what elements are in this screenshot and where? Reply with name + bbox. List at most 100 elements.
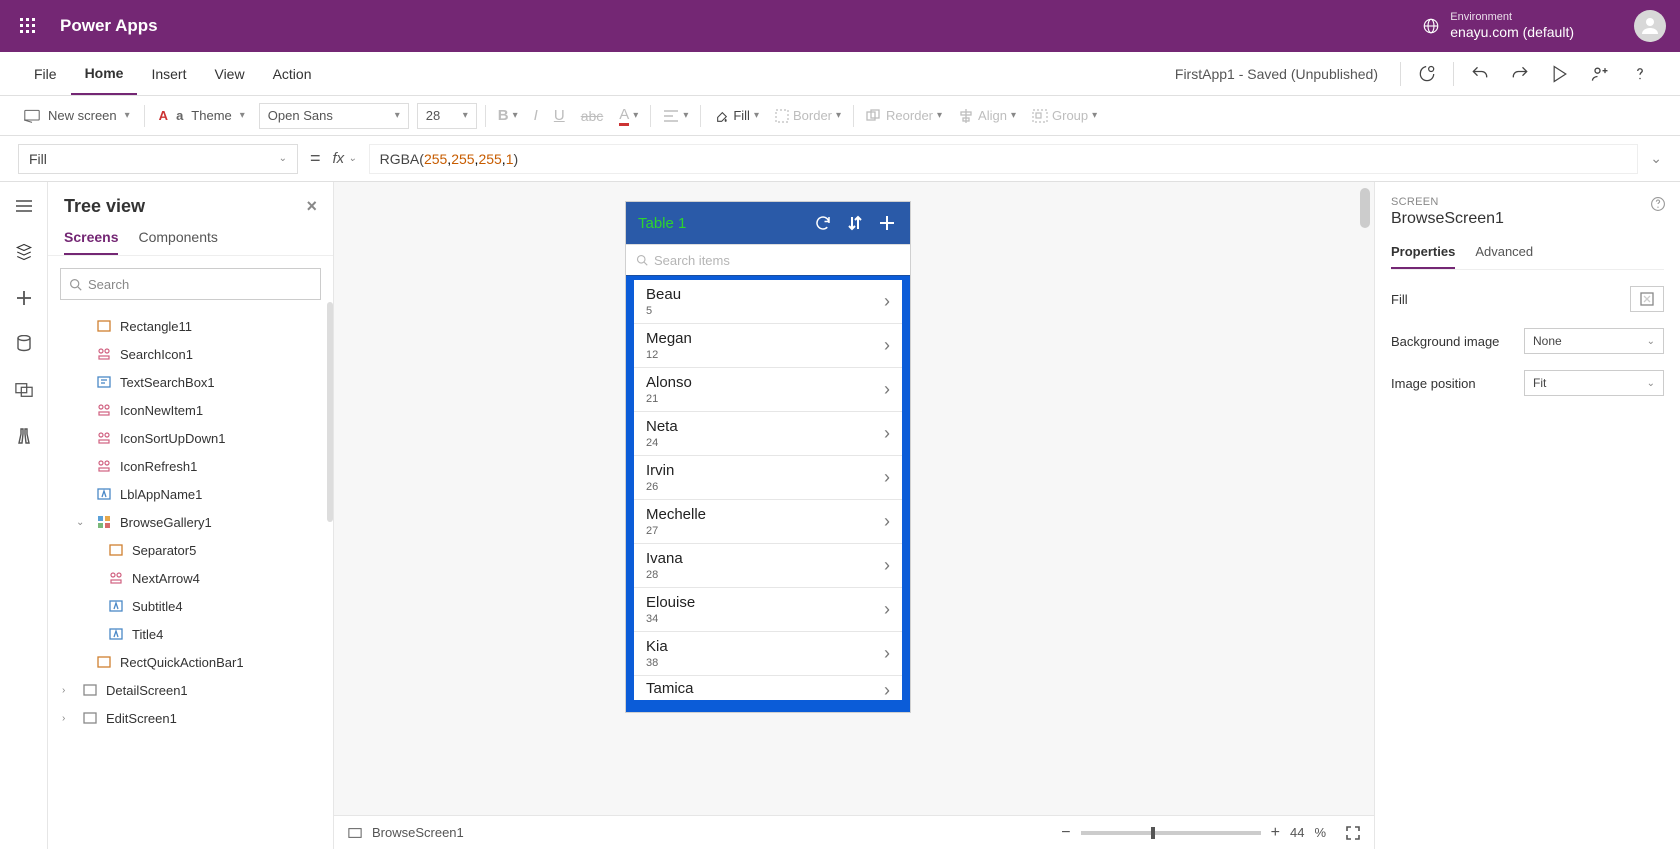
media-icon[interactable]	[12, 378, 36, 402]
list-item[interactable]: Irvin26›	[634, 456, 902, 500]
bg-image-select[interactable]: None⌄	[1524, 328, 1664, 354]
tree-item[interactable]: SearchIcon1	[48, 340, 333, 368]
group-button[interactable]: Group▾	[1028, 108, 1101, 123]
tab-screens[interactable]: Screens	[64, 229, 118, 255]
label-icon	[108, 626, 124, 642]
list-item[interactable]: Beau5›	[634, 280, 902, 324]
tab-advanced[interactable]: Advanced	[1475, 244, 1533, 269]
data-icon[interactable]	[12, 332, 36, 356]
tree-item-label: IconRefresh1	[120, 459, 197, 474]
tree-item[interactable]: TextSearchBox1	[48, 368, 333, 396]
breadcrumb[interactable]: BrowseScreen1	[372, 825, 464, 840]
redo-icon[interactable]	[1508, 62, 1532, 86]
tree-item-label: IconSortUpDown1	[120, 431, 226, 446]
underline-button[interactable]: U	[550, 107, 569, 124]
equals-label: =	[310, 148, 321, 169]
reorder-button[interactable]: Reorder▾	[862, 108, 946, 123]
sort-icon[interactable]	[844, 212, 866, 234]
help-circle-icon[interactable]	[1650, 196, 1666, 212]
theme-button[interactable]: Aa Theme ▾	[153, 108, 251, 123]
list-item[interactable]: Kia38›	[634, 632, 902, 676]
menu-file[interactable]: File	[20, 52, 71, 95]
formula-input[interactable]: RGBA(255, 255, 255, 1)	[369, 144, 1639, 174]
phone-header: Table 1	[626, 202, 910, 244]
undo-icon[interactable]	[1468, 62, 1492, 86]
tree-item[interactable]: IconSortUpDown1	[48, 424, 333, 452]
tree-item[interactable]: Separator5	[48, 536, 333, 564]
formula-expand-icon[interactable]: ⌄	[1650, 150, 1662, 167]
tree-item[interactable]: ⌄BrowseGallery1	[48, 508, 333, 536]
refresh-icon[interactable]	[812, 212, 834, 234]
canvas[interactable]: Table 1 Search items Beau5›Megan12›Alons…	[334, 182, 1374, 849]
waffle-icon[interactable]	[14, 12, 42, 40]
fill-button[interactable]: Fill▾	[709, 108, 763, 124]
list-item[interactable]: Ivana28›	[634, 544, 902, 588]
tree-item[interactable]: ›EditScreen1	[48, 704, 333, 732]
help-icon[interactable]	[1628, 62, 1652, 86]
zoom-out-button[interactable]: −	[1061, 824, 1070, 842]
tools-icon[interactable]	[12, 424, 36, 448]
menu-view[interactable]: View	[200, 52, 258, 95]
new-screen-button[interactable]: New screen ▾	[18, 108, 136, 123]
italic-button[interactable]: I	[530, 107, 542, 124]
close-icon[interactable]: ×	[306, 196, 317, 217]
menu-home[interactable]: Home	[71, 52, 138, 95]
tree-list: Rectangle11SearchIcon1TextSearchBox1Icon…	[48, 308, 333, 849]
fit-to-window-icon[interactable]	[1346, 826, 1360, 840]
canvas-scrollbar-vertical[interactable]	[1360, 188, 1370, 748]
tree-title: Tree view	[64, 196, 145, 217]
list-item[interactable]: Elouise34›	[634, 588, 902, 632]
user-avatar[interactable]	[1634, 10, 1666, 42]
tree-view-icon[interactable]	[12, 240, 36, 264]
strikethrough-button[interactable]: abc	[577, 108, 608, 124]
list-item[interactable]: Tamica›	[634, 676, 902, 700]
tree-item[interactable]: RectQuickActionBar1	[48, 648, 333, 676]
app-checker-icon[interactable]	[1415, 62, 1439, 86]
tab-properties[interactable]: Properties	[1391, 244, 1455, 269]
menu-action[interactable]: Action	[259, 52, 326, 95]
tree-item[interactable]: ›DetailScreen1	[48, 676, 333, 704]
tree-item[interactable]: IconRefresh1	[48, 452, 333, 480]
zoom-slider[interactable]	[1081, 831, 1261, 835]
zoom-in-button[interactable]: +	[1271, 824, 1280, 842]
image-position-select[interactable]: Fit⌄	[1524, 370, 1664, 396]
menu-insert[interactable]: Insert	[137, 52, 200, 95]
list-item[interactable]: Alonso21›	[634, 368, 902, 412]
chevron-right-icon[interactable]: ›	[62, 713, 74, 724]
font-size-select[interactable]: 28 ▾	[417, 103, 477, 129]
tab-components[interactable]: Components	[138, 229, 217, 255]
item-title: Tamica	[646, 680, 694, 697]
tree-item[interactable]: Rectangle11	[48, 312, 333, 340]
environment-picker[interactable]: Environment enayu.com (default)	[1422, 11, 1574, 41]
tree-item[interactable]: NextArrow4	[48, 564, 333, 592]
tree-item[interactable]: IconNewItem1	[48, 396, 333, 424]
insert-icon[interactable]	[12, 286, 36, 310]
group-icon	[96, 402, 112, 418]
preview-icon[interactable]	[1548, 62, 1572, 86]
font-color-button[interactable]: A▾	[615, 106, 642, 126]
hamburger-icon[interactable]	[12, 194, 36, 218]
tree-item[interactable]: Subtitle4	[48, 592, 333, 620]
list-item[interactable]: Neta24›	[634, 412, 902, 456]
tree-search-input[interactable]: Search	[60, 268, 321, 300]
align-button[interactable]: Align▾	[954, 108, 1020, 123]
bold-button[interactable]: B▾	[494, 107, 522, 124]
share-icon[interactable]	[1588, 62, 1612, 86]
environment-name: enayu.com (default)	[1450, 24, 1574, 41]
font-select[interactable]: Open Sans ▾	[259, 103, 409, 129]
fx-label[interactable]: fx⌄	[333, 150, 357, 167]
chevron-right-icon[interactable]: ›	[62, 685, 74, 696]
list-item[interactable]: Mechelle27›	[634, 500, 902, 544]
tree-item[interactable]: LblAppName1	[48, 480, 333, 508]
list-item[interactable]: Megan12›	[634, 324, 902, 368]
scrollbar-thumb[interactable]	[327, 302, 333, 522]
chevron-right-icon: ›	[884, 555, 890, 576]
phone-search-input[interactable]: Search items	[626, 244, 910, 276]
fill-swatch[interactable]	[1630, 286, 1664, 312]
text-align-button[interactable]: ▾	[659, 109, 692, 123]
chevron-down-icon[interactable]: ⌄	[76, 517, 88, 528]
add-icon[interactable]	[876, 212, 898, 234]
tree-item[interactable]: Title4	[48, 620, 333, 648]
property-select[interactable]: Fill ⌄	[18, 144, 298, 174]
border-button[interactable]: Border▾	[771, 108, 845, 123]
